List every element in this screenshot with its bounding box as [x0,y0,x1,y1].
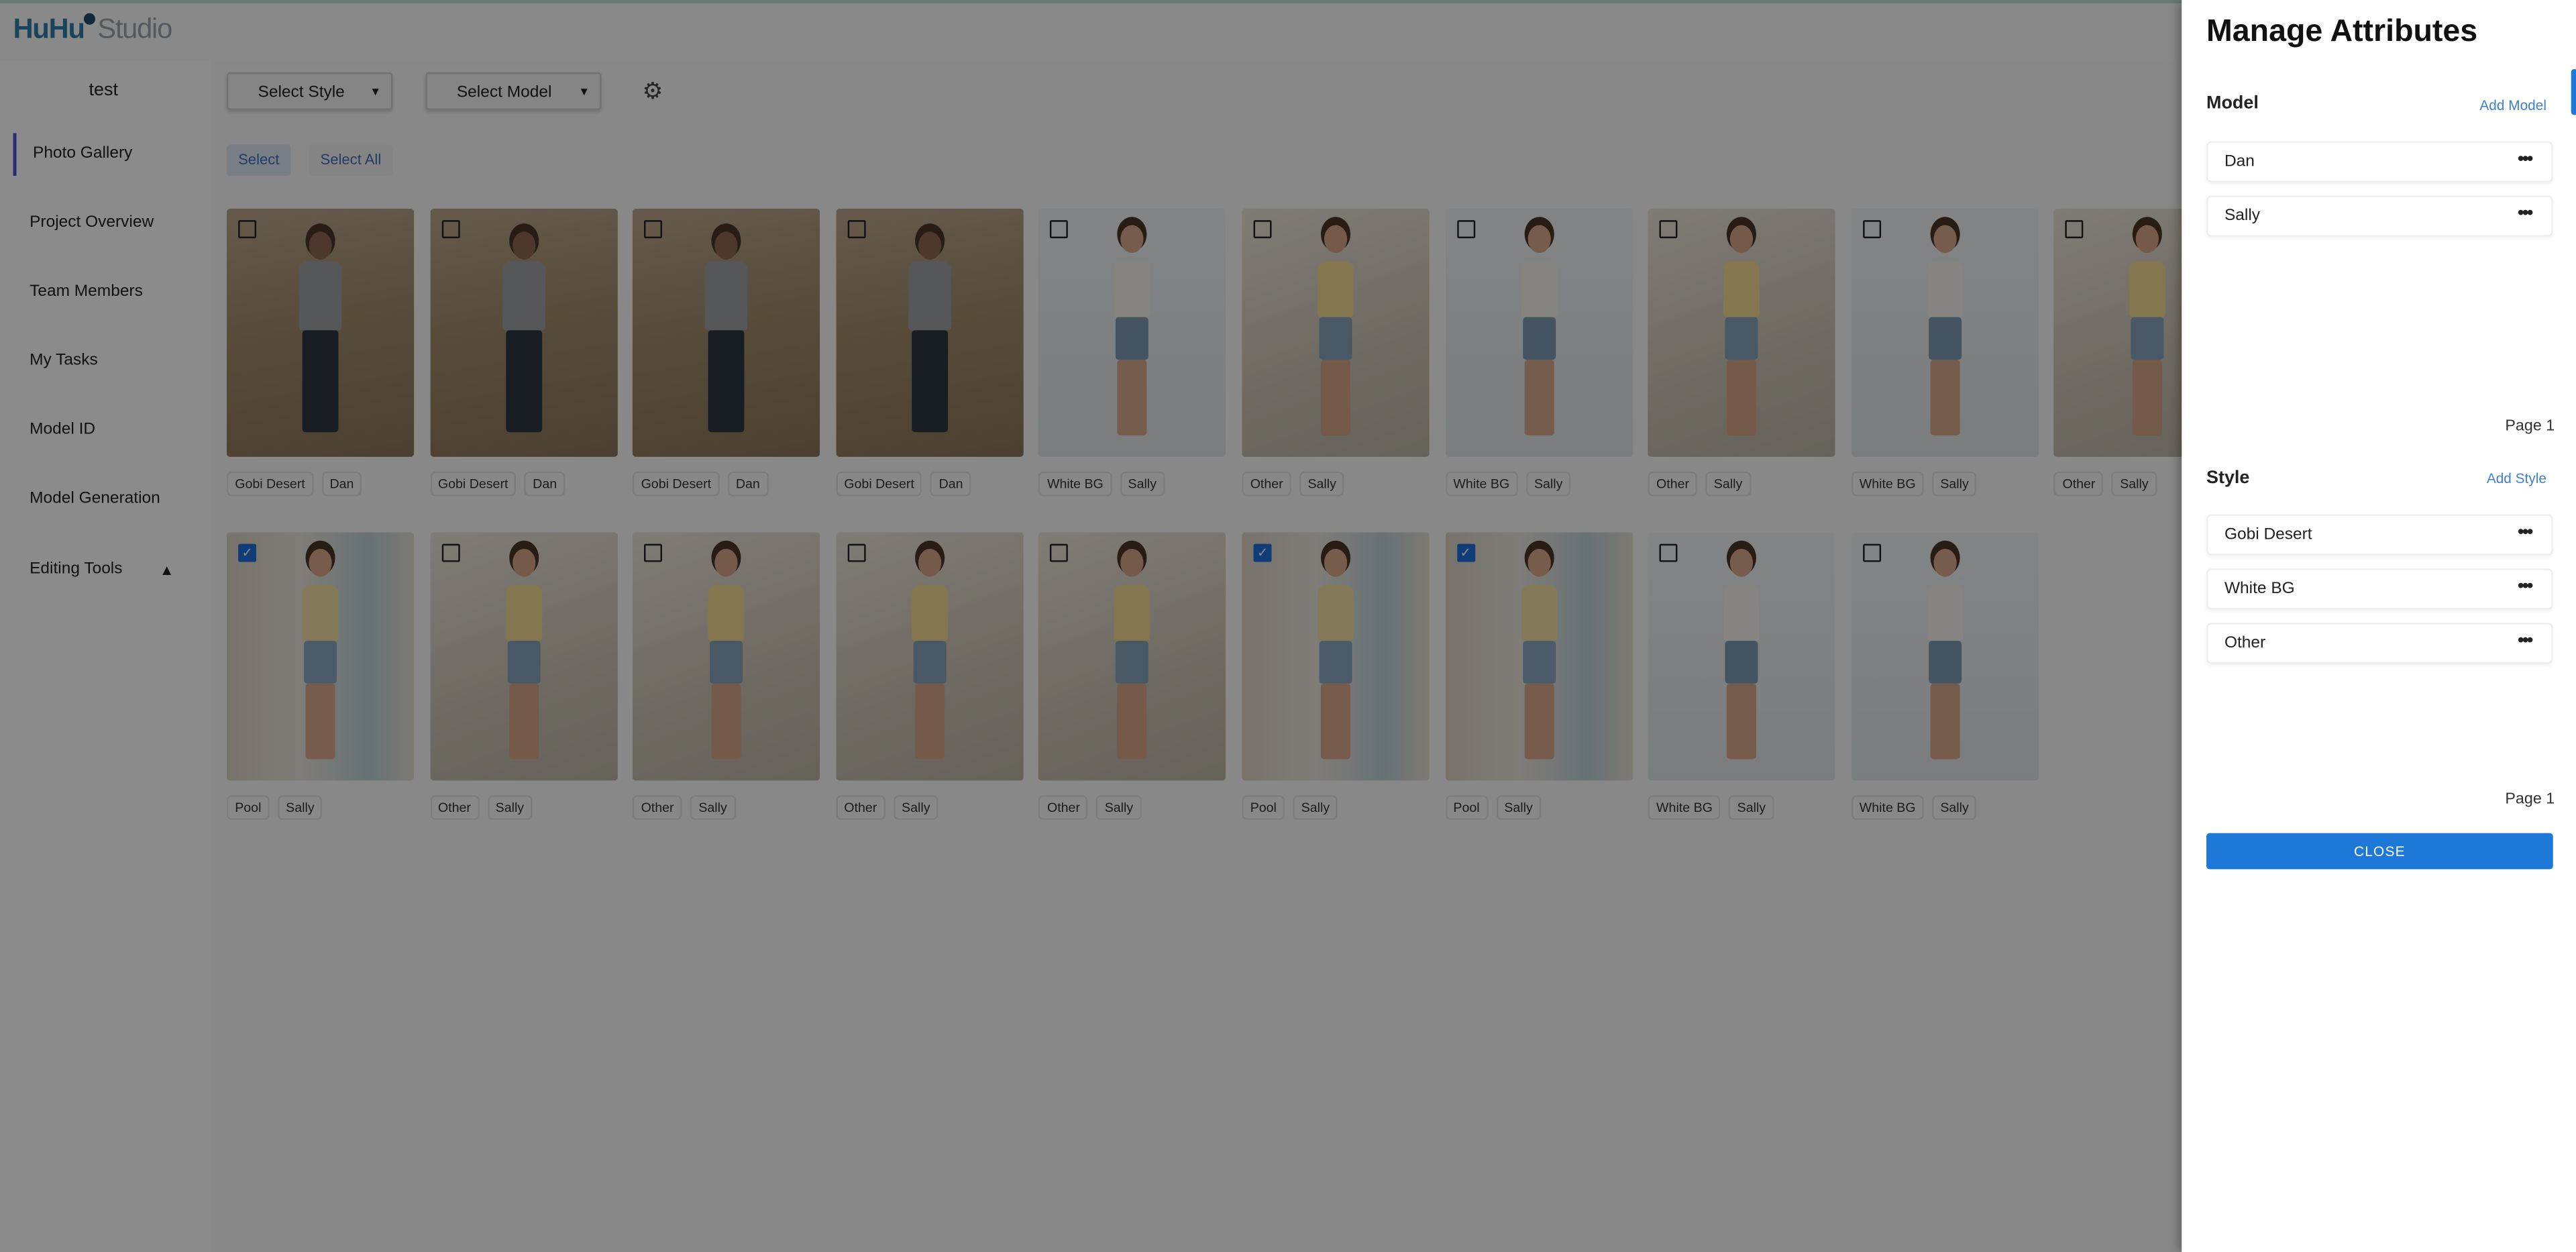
style-item-label: Other [2224,634,2266,653]
style-page-indicator: Page 1 [2505,790,2555,808]
panel-scroll-indicator[interactable] [2571,68,2576,115]
style-item: White BG ••• [2206,568,2553,610]
manage-attributes-panel: Manage Attributes Model Add Model Dan •••… [2182,0,2576,1252]
style-item: Other ••• [2206,623,2553,664]
model-item: Sally ••• [2206,195,2553,237]
more-options-icon[interactable]: ••• [2518,142,2533,179]
style-item-label: Gobi Desert [2224,525,2312,544]
more-options-icon[interactable]: ••• [2518,195,2533,233]
model-item-label: Dan [2224,152,2255,171]
add-model-link[interactable]: Add Model [2479,97,2546,113]
style-section-heading: Style [2206,468,2250,488]
modal-backdrop[interactable] [0,0,2182,1252]
style-item-label: White BG [2224,580,2295,598]
model-item: Dan ••• [2206,141,2553,182]
model-section-heading: Model [2206,93,2259,113]
panel-title: Manage Attributes [2206,15,2478,50]
more-options-icon[interactable]: ••• [2518,515,2533,552]
model-page-indicator: Page 1 [2505,417,2555,435]
more-options-icon[interactable]: ••• [2518,623,2533,660]
model-item-label: Sally [2224,207,2261,225]
close-button[interactable]: CLOSE [2206,833,2553,870]
add-style-link[interactable]: Add Style [2487,470,2546,486]
more-options-icon[interactable]: ••• [2518,568,2533,606]
app-window: HuHu Studio test Photo Gallery Project Ov… [0,0,2576,1252]
style-item: Gobi Desert ••• [2206,514,2553,556]
